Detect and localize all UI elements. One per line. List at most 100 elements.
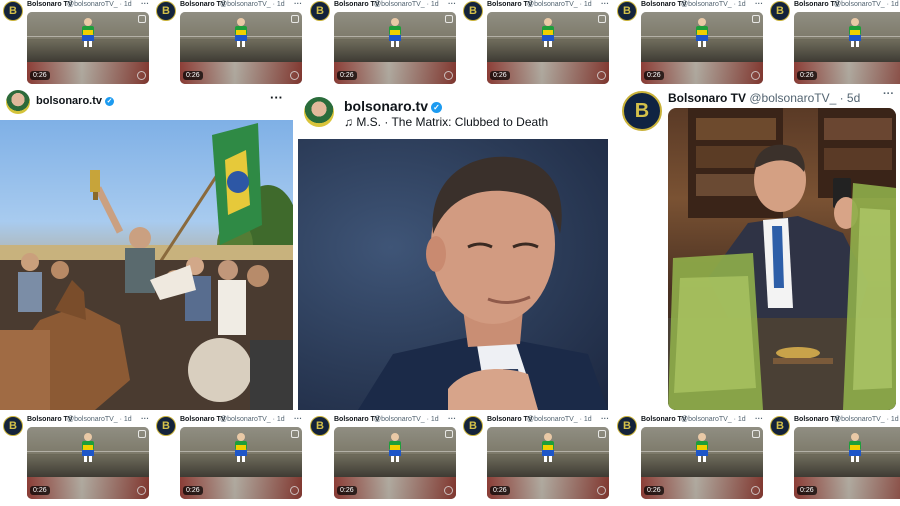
volume-icon[interactable] — [444, 71, 453, 80]
more-options-icon[interactable]: ··· — [448, 0, 456, 8]
post-photo-horseback-crowd[interactable] — [0, 120, 293, 410]
more-options-icon[interactable]: ··· — [755, 415, 763, 423]
tile-handle-time: @bolsonaroTV_ · 1d — [834, 416, 899, 423]
tile-handle-time: @bolsonaroTV_ · 1d — [527, 1, 592, 8]
tweet-photo-office-selfie[interactable] — [668, 108, 896, 410]
volume-icon[interactable] — [137, 71, 146, 80]
music-info[interactable]: ♫ M.S. · The Matrix: Clubbed to Death — [344, 115, 548, 129]
bolsonaro-tv-avatar[interactable]: B — [3, 1, 23, 21]
more-options-icon[interactable]: ··· — [141, 415, 149, 423]
song-title[interactable]: M.S. · The Matrix: Clubbed to Death — [356, 115, 548, 129]
bolsonaro-tv-avatar[interactable]: B — [617, 1, 637, 21]
instagram-post-left: bolsonaro.tv ✓ ··· — [0, 88, 293, 410]
tile-author-name[interactable]: Bolsonaro TV — [180, 1, 226, 8]
sensitive-content-icon — [445, 15, 453, 23]
volume-icon[interactable] — [751, 71, 760, 80]
video-thumbnail[interactable]: 0:26 — [641, 12, 763, 84]
tweet-handle-time: @bolsonaroTV_ · 5d — [749, 91, 861, 105]
tweet-tile[interactable]: B Bolsonaro TV @bolsonaroTV_ · 1d ··· 0:… — [769, 415, 900, 501]
more-options-icon[interactable]: ··· — [448, 415, 456, 423]
video-thumbnail[interactable]: 0:26 — [487, 427, 609, 499]
sensitive-content-icon — [138, 15, 146, 23]
tile-author-name[interactable]: Bolsonaro TV — [334, 416, 380, 423]
more-options-icon[interactable]: ··· — [883, 88, 894, 100]
tile-author-name[interactable]: Bolsonaro TV — [334, 1, 380, 8]
bolsonaro-tv-avatar[interactable]: B — [770, 1, 790, 21]
video-thumbnail[interactable]: 0:26 — [180, 12, 302, 84]
tweet-tile[interactable]: B Bolsonaro TV @bolsonaroTV_ · 1d ··· 0:… — [309, 415, 459, 501]
tweet-author-line[interactable]: Bolsonaro TV @bolsonaroTV_ · 5d — [668, 91, 860, 105]
tile-author-name[interactable]: Bolsonaro TV — [794, 416, 840, 423]
bolsonaro-tv-avatar[interactable]: B — [156, 416, 176, 436]
video-thumbnail[interactable]: 0:26 — [487, 12, 609, 84]
tile-author-name[interactable]: Bolsonaro TV — [641, 1, 687, 8]
volume-icon[interactable] — [597, 486, 606, 495]
video-thumbnail[interactable]: 0:26 — [27, 12, 149, 84]
sensitive-content-icon — [138, 430, 146, 438]
tweet-tile[interactable]: B Bolsonaro TV @bolsonaroTV_ · 1d ··· 0:… — [462, 0, 612, 86]
video-thumbnail[interactable]: 0:26 — [641, 427, 763, 499]
video-thumbnail[interactable]: 0:26 — [334, 427, 456, 499]
tile-author-name[interactable]: Bolsonaro TV — [487, 416, 533, 423]
more-options-icon[interactable]: ··· — [601, 415, 609, 423]
bolsonaro-tv-avatar[interactable]: B — [617, 416, 637, 436]
tile-author-name[interactable]: Bolsonaro TV — [794, 1, 840, 8]
profile-avatar[interactable] — [6, 90, 30, 114]
tweet-tile[interactable]: B Bolsonaro TV @bolsonaroTV_ · 1d ··· 0:… — [769, 0, 900, 86]
bolsonaro-tv-avatar[interactable]: B — [310, 1, 330, 21]
more-options-icon[interactable]: ··· — [270, 90, 283, 105]
more-options-icon[interactable]: ··· — [141, 0, 149, 8]
video-duration: 0:26 — [337, 71, 357, 80]
bolsonaro-tv-avatar[interactable]: B — [770, 416, 790, 436]
tweet-tile[interactable]: B Bolsonaro TV @bolsonaroTV_ · 1d ··· 0:… — [616, 415, 766, 501]
volume-icon[interactable] — [751, 486, 760, 495]
tile-handle-time: @bolsonaroTV_ · 1d — [681, 1, 746, 8]
video-duration: 0:26 — [644, 486, 664, 495]
tile-author-name[interactable]: Bolsonaro TV — [27, 1, 73, 8]
more-options-icon[interactable]: ··· — [755, 0, 763, 8]
volume-icon[interactable] — [290, 71, 299, 80]
video-thumbnail[interactable]: 0:26 — [794, 427, 900, 499]
more-options-icon[interactable]: ··· — [601, 0, 609, 8]
sensitive-content-icon — [752, 15, 760, 23]
tweet-tile[interactable]: B Bolsonaro TV @bolsonaroTV_ · 1d ··· 0:… — [2, 0, 152, 86]
volume-icon[interactable] — [290, 486, 299, 495]
tweet-tile[interactable]: B Bolsonaro TV @bolsonaroTV_ · 1d ··· 0:… — [2, 415, 152, 501]
hanging-figure-icon — [79, 433, 97, 463]
volume-icon[interactable] — [597, 71, 606, 80]
tweet-tile[interactable]: B Bolsonaro TV @bolsonaroTV_ · 1d ··· 0:… — [309, 0, 459, 86]
volume-icon[interactable] — [137, 486, 146, 495]
post-photo-portrait[interactable] — [298, 139, 608, 410]
video-thumbnail[interactable]: 0:26 — [180, 427, 302, 499]
tile-author-name[interactable]: Bolsonaro TV — [27, 416, 73, 423]
tile-handle-time: @bolsonaroTV_ · 1d — [374, 1, 439, 8]
bolsonaro-tv-avatar[interactable]: B — [3, 416, 23, 436]
video-duration: 0:26 — [797, 486, 817, 495]
video-thumbnail[interactable]: 0:26 — [334, 12, 456, 84]
bolsonaro-tv-avatar[interactable]: B — [622, 91, 662, 131]
more-options-icon[interactable]: ··· — [294, 0, 302, 8]
bolsonaro-tv-avatar[interactable]: B — [310, 416, 330, 436]
video-thumbnail[interactable]: 0:26 — [27, 427, 149, 499]
tweet-tile[interactable]: B Bolsonaro TV @bolsonaroTV_ · 1d ··· 0:… — [155, 0, 305, 86]
more-options-icon[interactable]: ··· — [294, 415, 302, 423]
profile-avatar[interactable] — [304, 97, 334, 127]
sensitive-content-icon — [598, 430, 606, 438]
video-duration: 0:26 — [30, 71, 50, 80]
post-author-name[interactable]: bolsonaro.tv ✓ — [344, 98, 443, 114]
tile-author-name[interactable]: Bolsonaro TV — [641, 416, 687, 423]
author-name-text[interactable]: bolsonaro.tv — [344, 98, 428, 114]
volume-icon[interactable] — [444, 486, 453, 495]
tile-author-name[interactable]: Bolsonaro TV — [487, 1, 533, 8]
tile-author-name[interactable]: Bolsonaro TV — [180, 416, 226, 423]
video-thumbnail[interactable]: 0:26 — [794, 12, 900, 84]
bolsonaro-tv-avatar[interactable]: B — [463, 1, 483, 21]
tweet-tile[interactable]: B Bolsonaro TV @bolsonaroTV_ · 1d ··· 0:… — [616, 0, 766, 86]
author-name-text[interactable]: bolsonaro.tv — [36, 95, 102, 107]
tweet-tile[interactable]: B Bolsonaro TV @bolsonaroTV_ · 1d ··· 0:… — [155, 415, 305, 501]
bolsonaro-tv-avatar[interactable]: B — [156, 1, 176, 21]
author-name-text[interactable]: Bolsonaro TV — [668, 91, 746, 105]
tweet-tile[interactable]: B Bolsonaro TV @bolsonaroTV_ · 1d ··· 0:… — [462, 415, 612, 501]
bolsonaro-tv-avatar[interactable]: B — [463, 416, 483, 436]
post-author-name[interactable]: bolsonaro.tv ✓ — [36, 95, 115, 107]
